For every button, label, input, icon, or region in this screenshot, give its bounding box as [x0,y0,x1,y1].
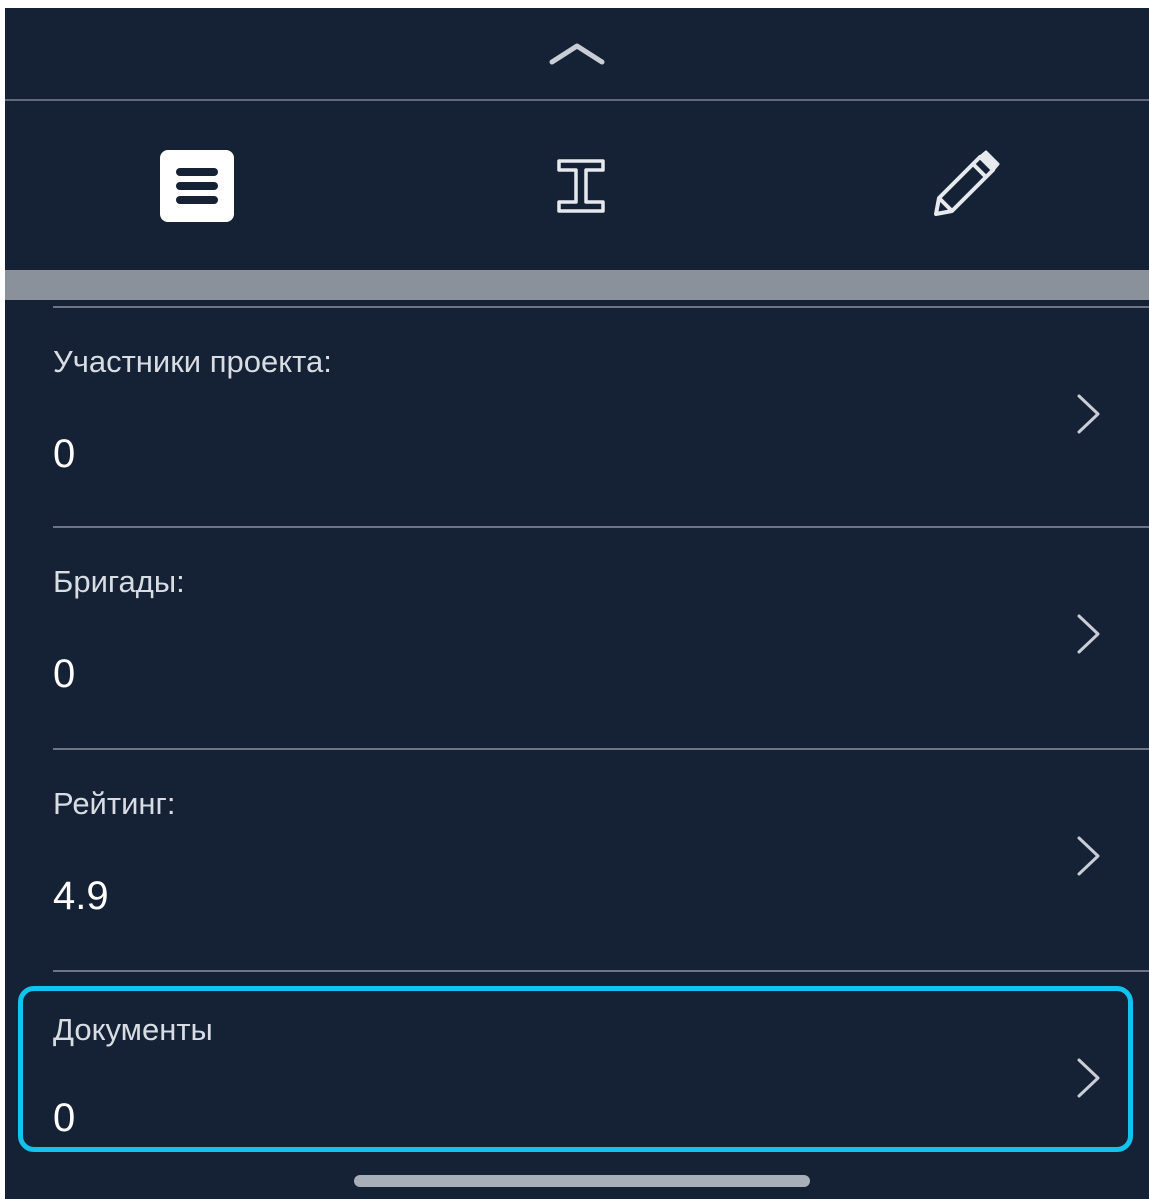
chevron-right-icon [1077,394,1100,434]
list-item-brigades[interactable]: Бригады: 0 [5,528,1149,748]
row-value: 0 [53,652,76,696]
chevron-right-icon [1077,614,1100,654]
toolbar [5,101,1149,270]
list-icon [160,150,234,222]
pencil-icon [934,150,1000,216]
row-label: Рейтинг: [53,786,176,821]
focus-highlight [18,986,1133,1152]
home-indicator[interactable] [354,1175,810,1187]
chevron-right-icon [1077,836,1100,876]
section-separator [5,270,1149,300]
ibeam-tab[interactable] [536,141,626,231]
ibeam-icon [557,159,605,213]
list-tab[interactable] [152,141,242,231]
list-item-participants[interactable]: Участники проекта: 0 [5,308,1149,528]
collapse-handle[interactable] [5,8,1149,99]
row-value: 4.9 [53,874,109,918]
chevron-up-icon [549,43,605,64]
row-label: Участники проекта: [53,344,332,379]
pencil-tab[interactable] [919,141,1009,231]
row-label: Бригады: [53,564,185,599]
divider [53,970,1149,972]
screen: Участники проекта: 0 Бригады: 0 Рейтинг:… [5,8,1149,1199]
list-item-rating[interactable]: Рейтинг: 4.9 [5,750,1149,970]
row-value: 0 [53,432,76,476]
